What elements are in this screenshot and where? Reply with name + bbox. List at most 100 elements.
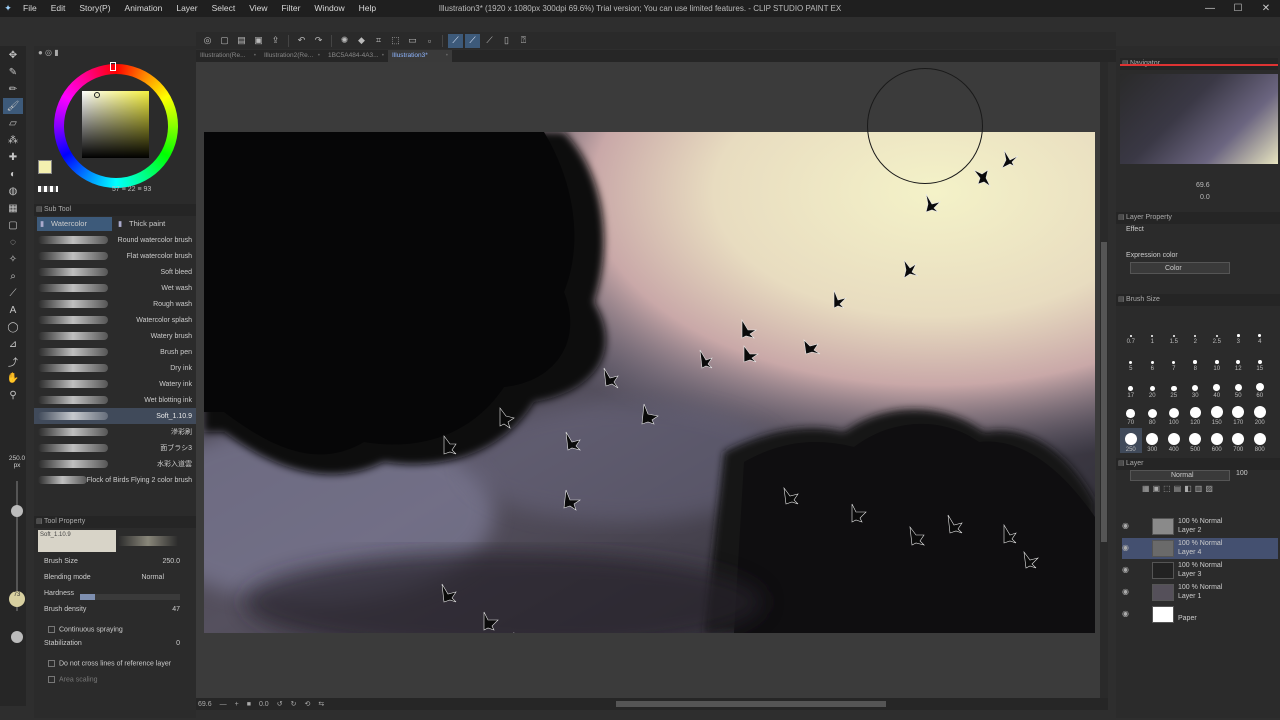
continuous-spraying-checkbox[interactable]	[48, 626, 55, 633]
redo-icon[interactable]: ↷	[311, 34, 326, 48]
visibility-eye-icon[interactable]: ◉	[1122, 521, 1129, 530]
zoom-in-icon[interactable]: +	[235, 701, 239, 708]
brush-item[interactable]: Round watercolor brush	[34, 232, 196, 248]
transform-icon[interactable]: ⌗	[371, 34, 386, 48]
menu-edit[interactable]: Edit	[44, 0, 73, 17]
close-tab-icon[interactable]: •	[446, 50, 448, 62]
snap-special-ruler-icon[interactable]: ⟋	[465, 33, 480, 48]
brush-size-preset[interactable]: 10	[1206, 347, 1228, 372]
color-pointer[interactable]	[94, 92, 100, 98]
brush-size-preset[interactable]: 170	[1228, 401, 1250, 426]
blending-mode-select[interactable]: Normal	[141, 574, 164, 581]
tab-illustration3[interactable]: Illustration3* •	[388, 50, 452, 62]
visibility-eye-icon[interactable]: ◉	[1122, 587, 1129, 596]
brush-density-value[interactable]: 47	[172, 606, 180, 613]
menu-filter[interactable]: Filter	[275, 0, 308, 17]
brush-size-preset[interactable]: 700	[1228, 428, 1250, 453]
undo-icon[interactable]: ↶	[294, 34, 309, 48]
move-tool-icon[interactable]: ✥	[3, 47, 23, 63]
tab-watercolor[interactable]: ▮ Watercolor	[37, 217, 112, 231]
eraser-tool-icon[interactable]: ▱	[3, 115, 23, 131]
layer-row[interactable]: ◉ Paper	[1122, 604, 1278, 625]
brush-size-preset[interactable]: 2.5	[1206, 320, 1228, 345]
new-file-icon[interactable]: ▢	[217, 34, 232, 48]
tab-1bc5a484[interactable]: 1BC5A484-4A3... •	[324, 50, 388, 62]
brush-size-preset[interactable]: 500	[1185, 428, 1207, 453]
brush-size-preset[interactable]: 600	[1206, 428, 1228, 453]
horizontal-scroll-thumb[interactable]	[616, 701, 886, 707]
brush-size-preset[interactable]: 1.5	[1163, 320, 1185, 345]
brush-size-value[interactable]: 250.0	[162, 558, 180, 565]
brush-size-preset[interactable]: 25	[1163, 374, 1185, 399]
canvas-vertical-scrollbar[interactable]	[1100, 62, 1108, 698]
export-icon[interactable]: ⇪	[268, 34, 283, 48]
snap-ruler-icon[interactable]: ⟋	[448, 33, 463, 48]
balloon-tool-icon[interactable]: ◯	[3, 319, 23, 335]
brush-item[interactable]: Soft bleed	[34, 264, 196, 280]
visibility-eye-icon[interactable]: ◉	[1122, 565, 1129, 574]
decoration-tool-icon[interactable]: ✚	[3, 149, 23, 165]
vertical-scroll-thumb[interactable]	[1101, 242, 1107, 542]
layer-toolbar-icons[interactable]: ▦▣⬚▤◧▥▨	[1142, 484, 1278, 496]
close-tab-icon[interactable]: •	[318, 50, 320, 62]
menu-window[interactable]: Window	[307, 0, 351, 17]
navigator-thumbnail[interactable]	[1120, 74, 1278, 164]
brush-size-preset[interactable]: 15	[1249, 347, 1271, 372]
help-icon[interactable]: ⍰	[516, 34, 531, 48]
open-file-icon[interactable]: ▤	[234, 34, 249, 48]
brush-size-preset[interactable]: 8	[1185, 347, 1207, 372]
brush-size-preset[interactable]: 4	[1249, 320, 1271, 345]
area-scaling-checkbox[interactable]	[48, 676, 55, 683]
brush-size-preset[interactable]: 50	[1228, 374, 1250, 399]
stabilization-row[interactable]: Stabilization 0	[44, 640, 194, 654]
brush-size-row[interactable]: Brush Size 250.0	[44, 558, 194, 572]
brush-item[interactable]: Wet blotting ink	[34, 392, 196, 408]
fill-tool-icon[interactable]: ◍	[3, 183, 23, 199]
close-tab-icon[interactable]: •	[382, 50, 384, 62]
pen-tool-icon[interactable]: ✎	[3, 64, 23, 80]
brush-size-preset[interactable]: 800	[1249, 428, 1271, 453]
brush-size-preset[interactable]: 0.7	[1120, 320, 1142, 345]
brush-item[interactable]: Flock of Birds Flying 2 color brush	[34, 472, 196, 488]
zoom-tool-icon[interactable]: ⌕	[3, 268, 23, 284]
brush-item[interactable]: 面ブラシ3	[34, 440, 196, 456]
brush-size-preset[interactable]: 40	[1206, 374, 1228, 399]
fit-icon[interactable]: ■	[247, 701, 251, 708]
figure-tool-icon[interactable]: ▢	[3, 217, 23, 233]
tab-illustration[interactable]: Illustration(Re... •	[196, 50, 260, 62]
brush-size-preset[interactable]: 12	[1228, 347, 1250, 372]
layer-row[interactable]: ◉ 100 % Normal Layer 1	[1122, 582, 1278, 603]
brush-item[interactable]: Soft_1.10.9	[34, 408, 196, 424]
rotate-right-icon[interactable]: ↻	[291, 700, 297, 708]
navigator-zoom[interactable]: 69.6	[1196, 182, 1210, 189]
close-button[interactable]: ✕	[1252, 0, 1280, 17]
brush-size-preset[interactable]: 250	[1120, 428, 1142, 453]
zoom-value[interactable]: 69.6	[198, 701, 212, 708]
zoom-out-icon[interactable]: —	[220, 701, 227, 708]
close-tab-icon[interactable]: •	[254, 50, 256, 62]
menu-layer[interactable]: Layer	[169, 0, 204, 17]
device-icon[interactable]: ▯	[499, 34, 514, 48]
brush-item[interactable]: 水彩入道雲	[34, 456, 196, 472]
opacity-badge[interactable]: 73	[9, 591, 25, 607]
blending-mode-row[interactable]: Blending mode Normal	[44, 574, 194, 588]
menu-file[interactable]: File	[16, 0, 44, 17]
layer-opacity-value[interactable]: 100	[1236, 470, 1248, 477]
brush-item[interactable]: Brush pen	[34, 344, 196, 360]
brush-size-preset[interactable]: 5	[1120, 347, 1142, 372]
brush-item[interactable]: Watery ink	[34, 376, 196, 392]
flip-icon[interactable]: ⇆	[318, 700, 324, 708]
eyedropper-tool-icon[interactable]: ⚲	[3, 387, 23, 403]
menu-view[interactable]: View	[242, 0, 274, 17]
rotate-left-icon[interactable]: ↺	[277, 700, 283, 708]
deselect-icon[interactable]: ▭	[405, 34, 420, 48]
brush-size-preset[interactable]: 60	[1249, 374, 1271, 399]
layer-row[interactable]: ◉ 100 % Normal Layer 2	[1122, 516, 1278, 537]
hue-marker[interactable]	[110, 62, 116, 71]
layer-row[interactable]: ◉ 100 % Normal Layer 3	[1122, 560, 1278, 581]
clip-studio-icon[interactable]: ◎	[200, 34, 215, 48]
brush-item[interactable]: Rough wash	[34, 296, 196, 312]
brush-size-preset[interactable]: 150	[1206, 401, 1228, 426]
hardness-row[interactable]: Hardness	[44, 590, 194, 604]
correct-line-tool-icon[interactable]: ⤴	[3, 353, 23, 369]
